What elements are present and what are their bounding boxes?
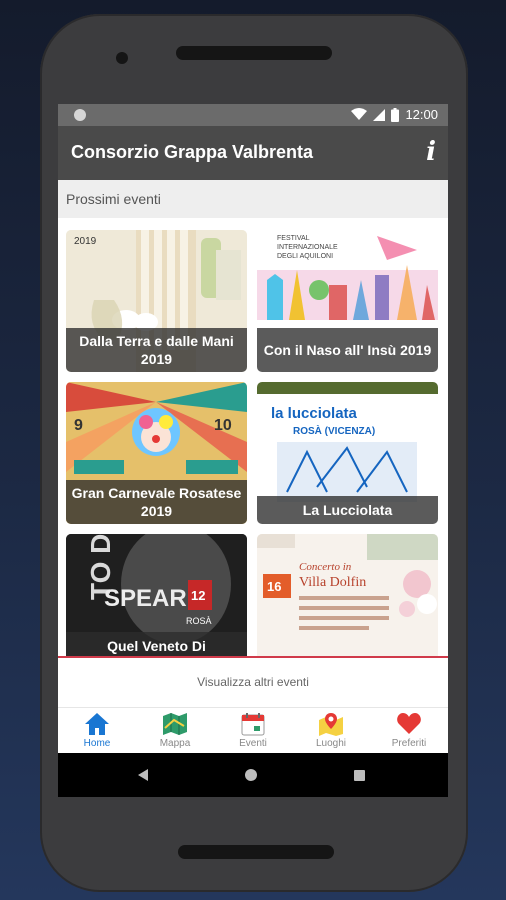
- svg-text:16: 16: [267, 579, 281, 594]
- system-navigation-bar: [58, 753, 448, 797]
- app-title: Consorzio Grappa Valbrenta: [71, 142, 314, 162]
- nav-places[interactable]: Luoghi: [292, 708, 370, 754]
- heart-icon: [397, 713, 421, 734]
- nav-favorites-label: Preferiti: [391, 738, 427, 749]
- status-bar: 12:00: [58, 104, 448, 126]
- info-icon[interactable]: i: [426, 138, 436, 166]
- event-card[interactable]: 2019 Dalla Terra e dalle Mani 2019: [66, 230, 247, 372]
- back-icon[interactable]: [138, 769, 148, 781]
- section-header: Prossimi eventi: [58, 180, 448, 218]
- map-icon: [163, 713, 187, 735]
- svg-text:SPEARE: SPEARE: [104, 585, 203, 612]
- nav-map[interactable]: Mappa: [136, 708, 214, 754]
- nav-events-label: Eventi: [239, 738, 267, 749]
- wifi-icon: [351, 108, 368, 120]
- calendar-icon: [241, 713, 265, 736]
- svg-text:9: 9: [74, 417, 83, 434]
- event-card[interactable]: FESTIVAL INTERNAZIONALE DEGLI AQUILONI C…: [257, 230, 438, 372]
- status-time: 12:00: [405, 107, 438, 122]
- earpiece-speaker: [176, 46, 332, 60]
- svg-text:12: 12: [191, 588, 205, 603]
- nav-home-label: Home: [83, 738, 111, 749]
- more-events-button[interactable]: Visualizza altri eventi: [58, 658, 448, 706]
- event-card[interactable]: 16 Concerto in Villa Dolfin: [257, 534, 438, 656]
- svg-text:2019: 2019: [74, 236, 97, 247]
- section-title: Prossimi eventi: [66, 191, 161, 207]
- nav-places-label: Luoghi: [315, 738, 347, 749]
- nav-map-label: Mappa: [159, 738, 191, 749]
- event-card[interactable]: la lucciolata ROSÀ (VICENZA) La Lucciola…: [257, 382, 438, 524]
- home-icon: [85, 713, 109, 735]
- event-title: Con il Naso all' Insù 2019: [257, 328, 438, 372]
- notification-icon: [74, 109, 86, 121]
- svg-text:INTERNAZIONALE: INTERNAZIONALE: [277, 244, 338, 251]
- signal-icon: [373, 108, 386, 121]
- location-icon: [319, 713, 343, 736]
- app-screen: 12:00 Consorzio Grappa Valbrenta i Pross…: [58, 104, 448, 797]
- events-grid: 2019 Dalla Terra e dalle Mani 2019 FESTI…: [58, 218, 448, 656]
- nav-favorites[interactable]: Preferiti: [370, 708, 448, 754]
- recents-icon[interactable]: [354, 770, 365, 781]
- app-bar: Consorzio Grappa Valbrenta i: [58, 126, 448, 180]
- svg-text:ROSÀ (VICENZA): ROSÀ (VICENZA): [293, 424, 375, 437]
- svg-text:DEGLI AQUILONI: DEGLI AQUILONI: [277, 253, 333, 260]
- svg-text:Villa Dolfin: Villa Dolfin: [299, 575, 366, 590]
- event-title: La Lucciolata: [257, 496, 438, 524]
- more-events-label: Visualizza altri eventi: [197, 675, 309, 689]
- nav-events[interactable]: Eventi: [214, 708, 292, 754]
- bottom-navigation: Home Mappa Eventi Luoghi Preferiti: [58, 707, 448, 754]
- svg-text:ROSÀ: ROSÀ: [186, 616, 212, 626]
- event-card[interactable]: TO DI SPEARE 12 ROSÀ Quel Veneto Di: [66, 534, 247, 656]
- home-button-icon[interactable]: [245, 769, 257, 781]
- svg-text:Concerto in: Concerto in: [299, 561, 352, 573]
- nav-home[interactable]: Home: [58, 708, 136, 754]
- battery-icon: [391, 107, 400, 122]
- event-title: Gran Carnevale Rosatese 2019: [66, 480, 247, 524]
- event-title: Quel Veneto Di: [66, 632, 247, 656]
- status-icons: 12:00: [351, 107, 438, 122]
- svg-text:la lucciolata: la lucciolata: [271, 405, 358, 422]
- event-poster: 16 Concerto in Villa Dolfin: [257, 534, 438, 656]
- front-camera: [116, 52, 128, 64]
- bottom-speaker: [178, 845, 334, 859]
- svg-text:FESTIVAL: FESTIVAL: [277, 235, 310, 242]
- event-title: Dalla Terra e dalle Mani 2019: [66, 328, 247, 372]
- event-card[interactable]: 9 10 Gran Carnevale Rosatese 2019: [66, 382, 247, 524]
- svg-text:10: 10: [214, 417, 232, 434]
